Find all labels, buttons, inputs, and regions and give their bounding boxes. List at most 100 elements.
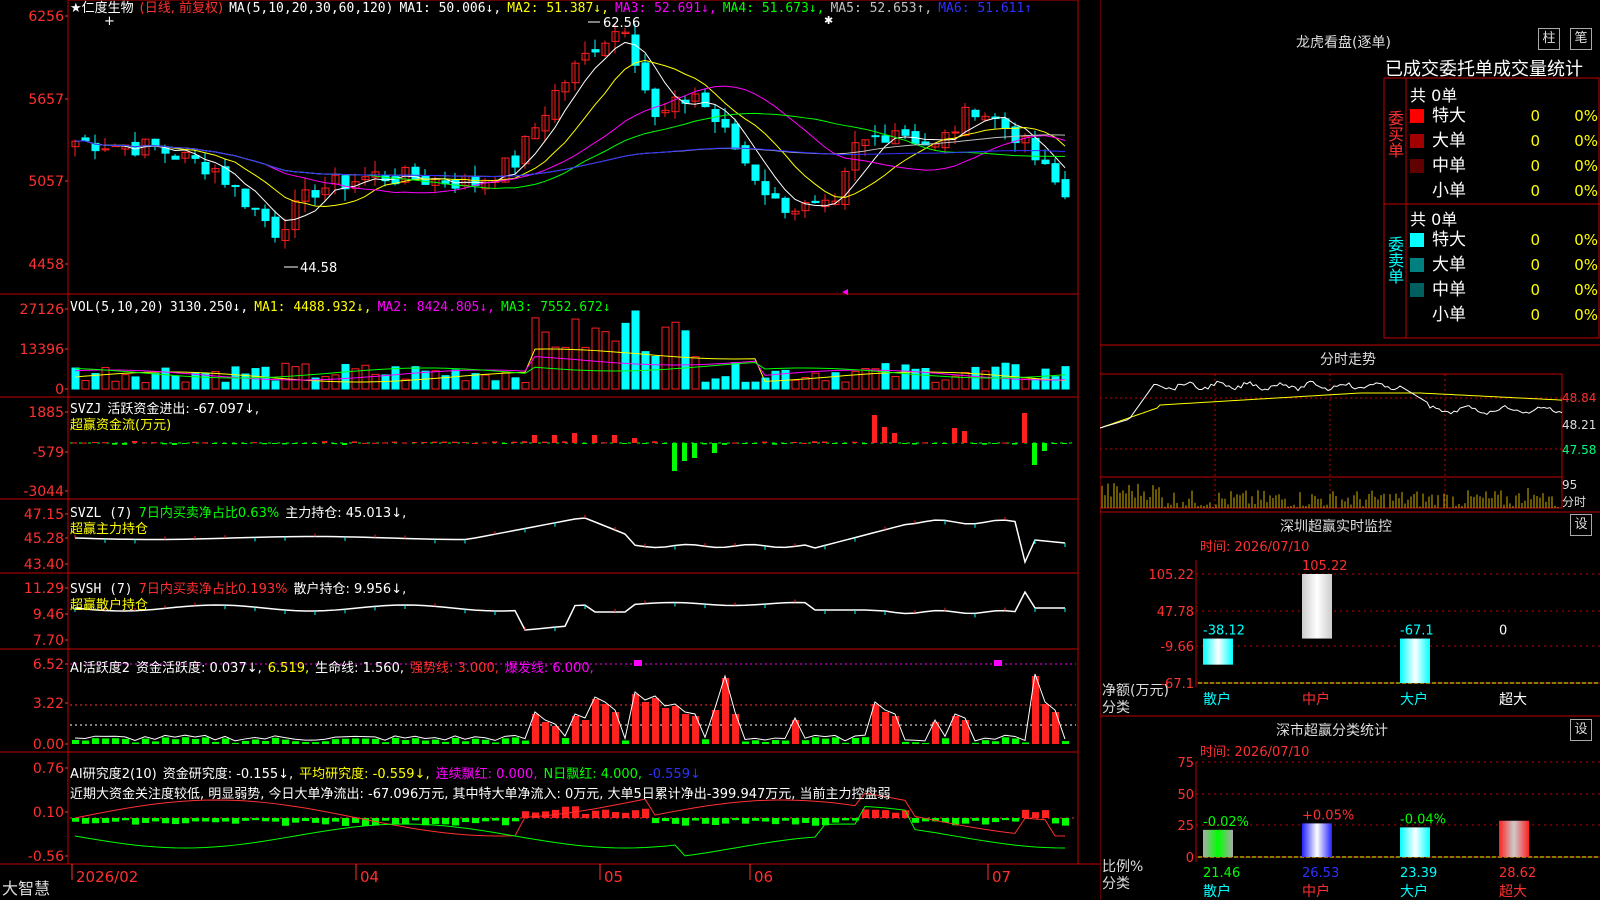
volume-bar (841, 381, 850, 390)
svzj-bar (342, 443, 347, 445)
ai-active-bar (242, 740, 249, 744)
svzj-bar (452, 441, 457, 443)
chart-mode[interactable]: (日线, 前复权) (140, 1, 223, 16)
sz-class-y-tick: 25 (1177, 819, 1194, 834)
sell-row-pct: 0% (1574, 306, 1598, 324)
volume-bar (551, 346, 560, 390)
sz-class-value: 21.46 (1203, 866, 1240, 881)
kline-workspace[interactable]: 6256 5657 5057 4458 27126 13396 0 1885 -579 -3044… (0, 0, 1100, 900)
ai-research-bar (742, 818, 749, 824)
vol-header: VOL(5,10,20) 3130.250↓, MA1: 4488.932↓, MA2… (70, 300, 617, 315)
ai-active-bar (202, 737, 209, 744)
ai-research-bar (962, 818, 969, 824)
candle-body (771, 193, 780, 199)
stock-name[interactable]: 仁度生物 (82, 1, 134, 16)
low-price-label: 44.58 (300, 261, 337, 276)
ai-research-bar (762, 818, 769, 822)
volume-bar (591, 327, 600, 390)
svzj-bar (82, 442, 87, 444)
svzj-bar (892, 433, 897, 443)
svzj-bar (1042, 443, 1047, 451)
ai-active-l1: 资金活跃度: 0.037↓, (136, 661, 262, 676)
sz-monitor-bar (1302, 574, 1332, 639)
star-icon[interactable]: ★ (70, 1, 82, 16)
ai-active-bar (232, 742, 239, 744)
ai-research-bar (612, 812, 619, 818)
svsh-y-tick: 9.46 (33, 607, 64, 623)
ai-research-bar (432, 818, 439, 825)
candle-body (591, 49, 600, 53)
volume-bar (881, 363, 890, 390)
ai-active-bar (492, 742, 499, 744)
ai-research-bar (982, 818, 989, 825)
sz-class-settings-button[interactable]: 设 (1570, 719, 1592, 741)
volume-bar (141, 382, 150, 390)
date-axis-label: 05 (604, 868, 623, 886)
buy-row-swatch (1410, 184, 1424, 198)
ai-active-bar (552, 726, 559, 744)
ai-active-bar (132, 742, 139, 744)
volume-bar (981, 370, 990, 390)
app-brand[interactable]: 大智慧 (2, 880, 50, 898)
ai-research-bar (122, 818, 129, 821)
intraday-title: 分时走势 (1320, 352, 1376, 368)
ai-active-bar (452, 737, 459, 744)
sz-monitor-cat: 超大 (1499, 692, 1527, 708)
ai-active-bar (782, 740, 789, 744)
svzl-sub: 超赢主力持仓 (70, 522, 149, 537)
ai-research-bar (482, 818, 489, 822)
ai-research-bar (542, 811, 549, 818)
ai-research-bar (202, 818, 209, 822)
ai-research-bar (662, 818, 669, 822)
ai-research-bar (132, 818, 139, 825)
svzj-bar (222, 443, 227, 444)
ai-active-bar (762, 741, 769, 744)
ai-active-bar (302, 742, 309, 744)
svzj-bar (182, 443, 187, 445)
ai-active-bar (332, 739, 339, 744)
svzj-bar (392, 441, 397, 443)
volume-bar (181, 381, 190, 390)
ai-active-bar (822, 738, 829, 744)
ai-active-bar (952, 716, 959, 744)
tick-view-button[interactable]: 笔 (1570, 28, 1592, 50)
svzj-y-tick: -3044 (23, 484, 64, 500)
volume-bar (431, 370, 440, 390)
ai-active-bar (72, 739, 79, 744)
volume-bar (351, 368, 360, 390)
candle-body (881, 135, 890, 143)
svsh-sub: 超赢散户持仓 (70, 598, 149, 613)
ai-research-bar (682, 818, 689, 826)
svzj-bar (1032, 443, 1037, 465)
svsh-label2: 散户持仓: 9.956↓, (293, 582, 407, 597)
svzj-bar (842, 443, 847, 444)
column-view-button[interactable]: 柱 (1538, 28, 1560, 50)
candle-body (721, 118, 730, 128)
volume-bar (901, 364, 910, 390)
volume-bar (481, 374, 490, 390)
candle-body (1061, 179, 1070, 198)
ai-research-bar (772, 818, 779, 825)
ai-research-bar (722, 818, 729, 824)
sz-monitor-settings-button[interactable]: 设 (1570, 514, 1592, 536)
order-stat-tabs[interactable]: 已成交委托单成交量统计 (1385, 55, 1583, 81)
ma2-value: MA2: 51.387↓, (507, 1, 609, 16)
svzj-bar (292, 443, 297, 444)
candle-body (311, 190, 320, 198)
ai-active-bar (342, 738, 349, 744)
ai-active-bar (902, 741, 909, 744)
ai-active-bar (162, 737, 169, 744)
volume-bar (951, 375, 960, 390)
ai-active-bar (542, 722, 549, 744)
svzj-bar (422, 441, 427, 443)
buy-row-count: 0 (1530, 107, 1540, 125)
vol-y-tick: 0 (55, 382, 64, 398)
svzj-bar (762, 441, 767, 443)
volume-bar (81, 380, 90, 390)
sz-class-cat: 大户 (1400, 883, 1428, 900)
svzj-bar (712, 443, 717, 453)
ai-research-bar (142, 818, 149, 823)
ai-research-bar (382, 818, 389, 821)
ai-research-bar (212, 818, 219, 823)
ai-active-y-tick: 0.00 (33, 737, 64, 753)
